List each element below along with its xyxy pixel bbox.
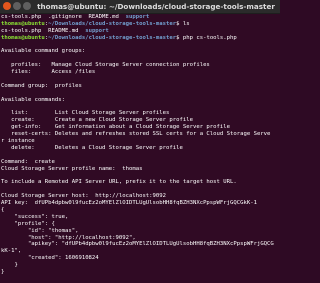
output-text: list: List Cloud Storage Server profiles	[1, 110, 170, 117]
output-text: Command: create	[1, 158, 55, 165]
terminal-output[interactable]: cs-tools.php .gitignore README.md suppor…	[1, 14, 279, 282]
terminal-line: API key: dfUPb4dpbw0l9fucEz2oMYElZlOIDTL…	[1, 200, 279, 207]
terminal-line: files: Access /files	[1, 69, 279, 76]
terminal-line: {	[1, 207, 279, 214]
terminal-line: thomas@ubuntu:~/Downloads/cloud-storage-…	[1, 21, 279, 28]
output-text: "created": 1606910824	[1, 255, 99, 262]
terminal-line: }	[1, 269, 279, 276]
output-text: "host": "http://localhost:9092",	[1, 234, 136, 241]
output-text: $ php cs-tools.php	[176, 34, 237, 41]
output-text: API key: dfUPb4dpbw0l9fucEz2oMYElZlOIDTL…	[1, 200, 257, 207]
output-text: Command group: profiles	[1, 82, 82, 89]
output-text: To include a Remoted API Server URL, pre…	[1, 179, 237, 186]
output-text: {	[1, 206, 5, 213]
terminal-line: }	[1, 262, 279, 269]
terminal-line: Cloud Storage Server host: http://localh…	[1, 193, 279, 200]
output-text: cs-tools.php README.md	[1, 27, 86, 34]
maximize-window-button[interactable]	[23, 2, 31, 10]
output-text: Cloud Storage Server profile name: thoma…	[1, 165, 143, 172]
output-text: r instance	[1, 138, 35, 145]
output-text: create: Create a new Cloud Storage Serve…	[1, 117, 193, 124]
terminal-line: "apikey": "dfUPb4dpbw0l9fucEz2oMYElZlOID…	[1, 241, 279, 248]
prompt-path: ~/Downloads/cloud-storage-tools-master	[48, 20, 177, 27]
prompt-user-host: thomas@ubuntu	[1, 34, 45, 41]
output-text: Available command groups:	[1, 48, 86, 55]
terminal-line: Available commands:	[1, 97, 279, 104]
directory-name: support	[85, 27, 109, 34]
output-text: profiles: Manage Cloud Storage Server co…	[1, 62, 210, 69]
terminal-line: Available command groups:	[1, 48, 279, 55]
prompt-user-host: thomas@ubuntu	[1, 20, 45, 27]
output-text: $ ls	[176, 20, 190, 27]
close-window-button[interactable]	[3, 2, 11, 10]
terminal-line: Command: create	[1, 159, 279, 166]
output-text: "success": true,	[1, 213, 69, 220]
title-bar: thomas@ubuntu: ~/Downloads/cloud-storage…	[0, 0, 280, 14]
terminal-line: r instance	[1, 138, 279, 145]
terminal-line: reset-certs: Deletes and refreshes store…	[1, 131, 279, 138]
window-controls	[3, 2, 31, 11]
terminal-line: Command group: profiles	[1, 83, 279, 90]
output-text: files: Access /files	[1, 69, 96, 76]
terminal-line: delete: Deletes a Cloud Storage Server p…	[1, 145, 279, 152]
terminal-window: thomas@ubuntu: ~/Downloads/cloud-storage…	[0, 0, 280, 283]
terminal-line: "id": "thomas",	[1, 228, 279, 235]
output-text: }	[1, 268, 5, 275]
terminal-line: "host": "http://localhost:9092",	[1, 235, 279, 242]
terminal-line: thomas@ubuntu:~/Downloads/cloud-storage-…	[1, 35, 279, 42]
terminal-line: cs-tools.php README.md support	[1, 28, 279, 35]
output-text: }	[1, 262, 18, 269]
terminal-line: list: List Cloud Storage Server profiles	[1, 110, 279, 117]
output-text: "apikey": "dfUPb4dpbw0l9fucEz2oMYElZlOID…	[1, 241, 274, 248]
output-text: "profile": {	[1, 220, 55, 227]
prompt-path: ~/Downloads/cloud-storage-tools-master	[48, 34, 177, 41]
terminal-line: "success": true,	[1, 214, 279, 221]
terminal-line: profiles: Manage Cloud Storage Server co…	[1, 62, 279, 69]
output-text: delete: Deletes a Cloud Storage Server p…	[1, 144, 183, 151]
output-text: get-info: Get information about a Cloud …	[1, 124, 231, 131]
output-text: reset-certs: Deletes and refreshes store…	[1, 131, 271, 138]
output-text: kK-1",	[1, 248, 22, 255]
output-text: Cloud Storage Server host: http://localh…	[1, 193, 167, 200]
minimize-window-button[interactable]	[13, 2, 21, 10]
terminal-line: get-info: Get information about a Cloud …	[1, 124, 279, 131]
terminal-line: cs-tools.php .gitignore README.md suppor…	[1, 14, 279, 21]
output-text: Available commands:	[1, 96, 65, 103]
terminal-line: To include a Remoted API Server URL, pre…	[1, 179, 279, 186]
directory-name: support	[125, 14, 150, 20]
terminal-line: kK-1",	[1, 248, 279, 255]
terminal-line: Cloud Storage Server profile name: thoma…	[1, 166, 279, 173]
terminal-line: "created": 1606910824	[1, 255, 279, 262]
output-text: "id": "thomas",	[1, 227, 79, 234]
window-title: thomas@ubuntu: ~/Downloads/cloud-storage…	[37, 2, 275, 11]
terminal-line: "profile": {	[1, 221, 279, 228]
terminal-line: create: Create a new Cloud Storage Serve…	[1, 117, 279, 124]
output-text: cs-tools.php .gitignore README.md	[1, 14, 126, 20]
